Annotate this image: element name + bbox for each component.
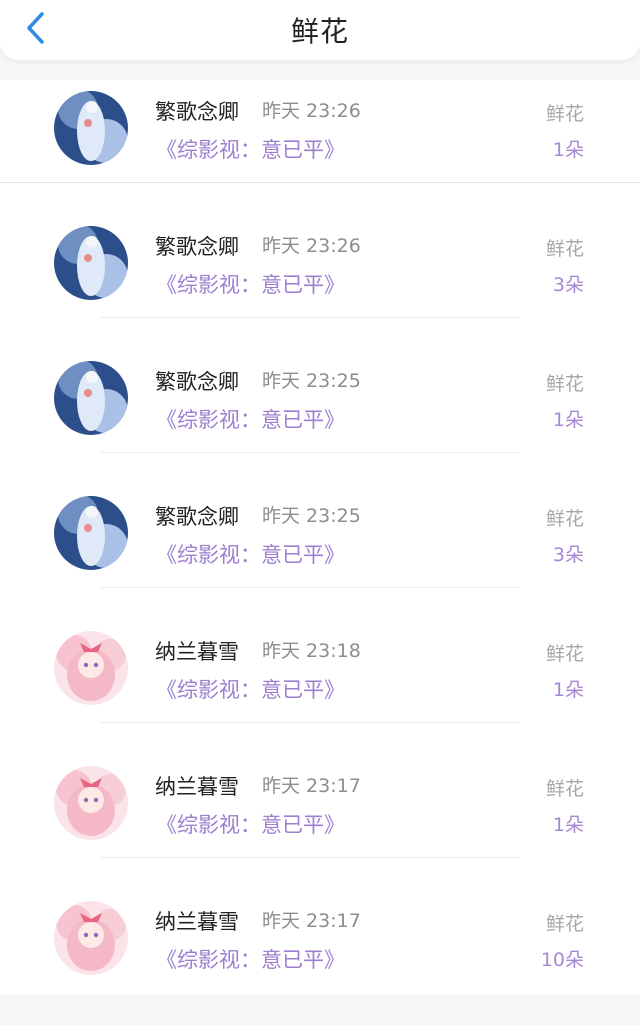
gift-count: 1朵 — [552, 409, 584, 431]
book-title-link[interactable]: 《综影视：意已平》 — [156, 404, 345, 434]
gift-type: 鲜花 — [545, 913, 584, 935]
pink-portrait-avatar — [54, 901, 128, 975]
book-title-link[interactable]: 《综影视：意已平》 — [156, 674, 345, 704]
timestamp: 昨天 23:17 — [262, 775, 361, 797]
timestamp: 昨天 23:25 — [262, 370, 361, 392]
gift-type: 鲜花 — [545, 508, 584, 530]
divider — [100, 722, 520, 723]
user-name[interactable]: 繁歌念卿 — [155, 231, 239, 261]
gift-count: 10朵 — [540, 949, 584, 971]
blue-portrait-avatar — [54, 496, 128, 570]
avatar[interactable] — [54, 91, 128, 165]
book-title-link[interactable]: 《综影视：意已平》 — [156, 134, 345, 164]
book-title-link[interactable]: 《综影视：意已平》 — [156, 944, 345, 974]
avatar[interactable] — [54, 631, 128, 705]
divider — [100, 857, 520, 858]
timestamp: 昨天 23:26 — [262, 100, 361, 122]
blue-portrait-avatar — [54, 361, 128, 435]
list-item[interactable]: 纳兰暮雪 昨天 23:18 《综影视：意已平》 鲜花 1朵 — [0, 620, 640, 755]
gift-count: 1朵 — [552, 814, 584, 836]
page-title: 鲜花 — [290, 15, 349, 48]
list-item[interactable]: 繁歌念卿 昨天 23:25 《综影视：意已平》 鲜花 1朵 — [0, 350, 640, 485]
gift-count: 3朵 — [552, 544, 584, 566]
pink-portrait-avatar — [54, 631, 128, 705]
list-item[interactable]: 繁歌念卿 昨天 23:26 《综影视：意已平》 鲜花 1朵 — [0, 80, 640, 215]
flower-list: 繁歌念卿 昨天 23:26 《综影视：意已平》 鲜花 1朵 繁歌念卿 昨天 23… — [0, 80, 640, 994]
gift-count: 3朵 — [552, 274, 584, 296]
timestamp: 昨天 23:18 — [262, 640, 361, 662]
blue-portrait-avatar — [54, 226, 128, 300]
timestamp: 昨天 23:25 — [262, 505, 361, 527]
avatar[interactable] — [54, 496, 128, 570]
user-name[interactable]: 繁歌念卿 — [155, 96, 239, 126]
blue-portrait-avatar — [54, 91, 128, 165]
avatar[interactable] — [54, 901, 128, 975]
list-item[interactable]: 纳兰暮雪 昨天 23:17 《综影视：意已平》 鲜花 10朵 — [0, 890, 640, 1025]
list-item[interactable]: 繁歌念卿 昨天 23:25 《综影视：意已平》 鲜花 3朵 — [0, 485, 640, 620]
user-name[interactable]: 繁歌念卿 — [155, 366, 239, 396]
user-name[interactable]: 纳兰暮雪 — [155, 636, 239, 666]
gift-type: 鲜花 — [545, 778, 584, 800]
divider — [100, 452, 520, 453]
book-title-link[interactable]: 《综影视：意已平》 — [156, 269, 345, 299]
pink-portrait-avatar — [54, 766, 128, 840]
avatar[interactable] — [54, 361, 128, 435]
list-item[interactable]: 繁歌念卿 昨天 23:26 《综影视：意已平》 鲜花 3朵 — [0, 215, 640, 350]
gift-type: 鲜花 — [545, 643, 584, 665]
user-name[interactable]: 纳兰暮雪 — [155, 771, 239, 801]
avatar[interactable] — [54, 766, 128, 840]
avatar[interactable] — [54, 226, 128, 300]
gift-type: 鲜花 — [545, 373, 584, 395]
gift-count: 1朵 — [552, 139, 584, 161]
book-title-link[interactable]: 《综影视：意已平》 — [156, 539, 345, 569]
divider — [100, 587, 520, 588]
book-title-link[interactable]: 《综影视：意已平》 — [156, 809, 345, 839]
user-name[interactable]: 纳兰暮雪 — [155, 906, 239, 936]
gift-type: 鲜花 — [545, 103, 584, 125]
user-name[interactable]: 繁歌念卿 — [155, 501, 239, 531]
list-item[interactable]: 纳兰暮雪 昨天 23:17 《综影视：意已平》 鲜花 1朵 — [0, 755, 640, 890]
gift-type: 鲜花 — [545, 238, 584, 260]
header-bar: 鲜花 — [0, 0, 640, 60]
divider — [100, 317, 520, 318]
divider — [0, 182, 640, 183]
timestamp: 昨天 23:26 — [262, 235, 361, 257]
timestamp: 昨天 23:17 — [262, 910, 361, 932]
gift-count: 1朵 — [552, 679, 584, 701]
